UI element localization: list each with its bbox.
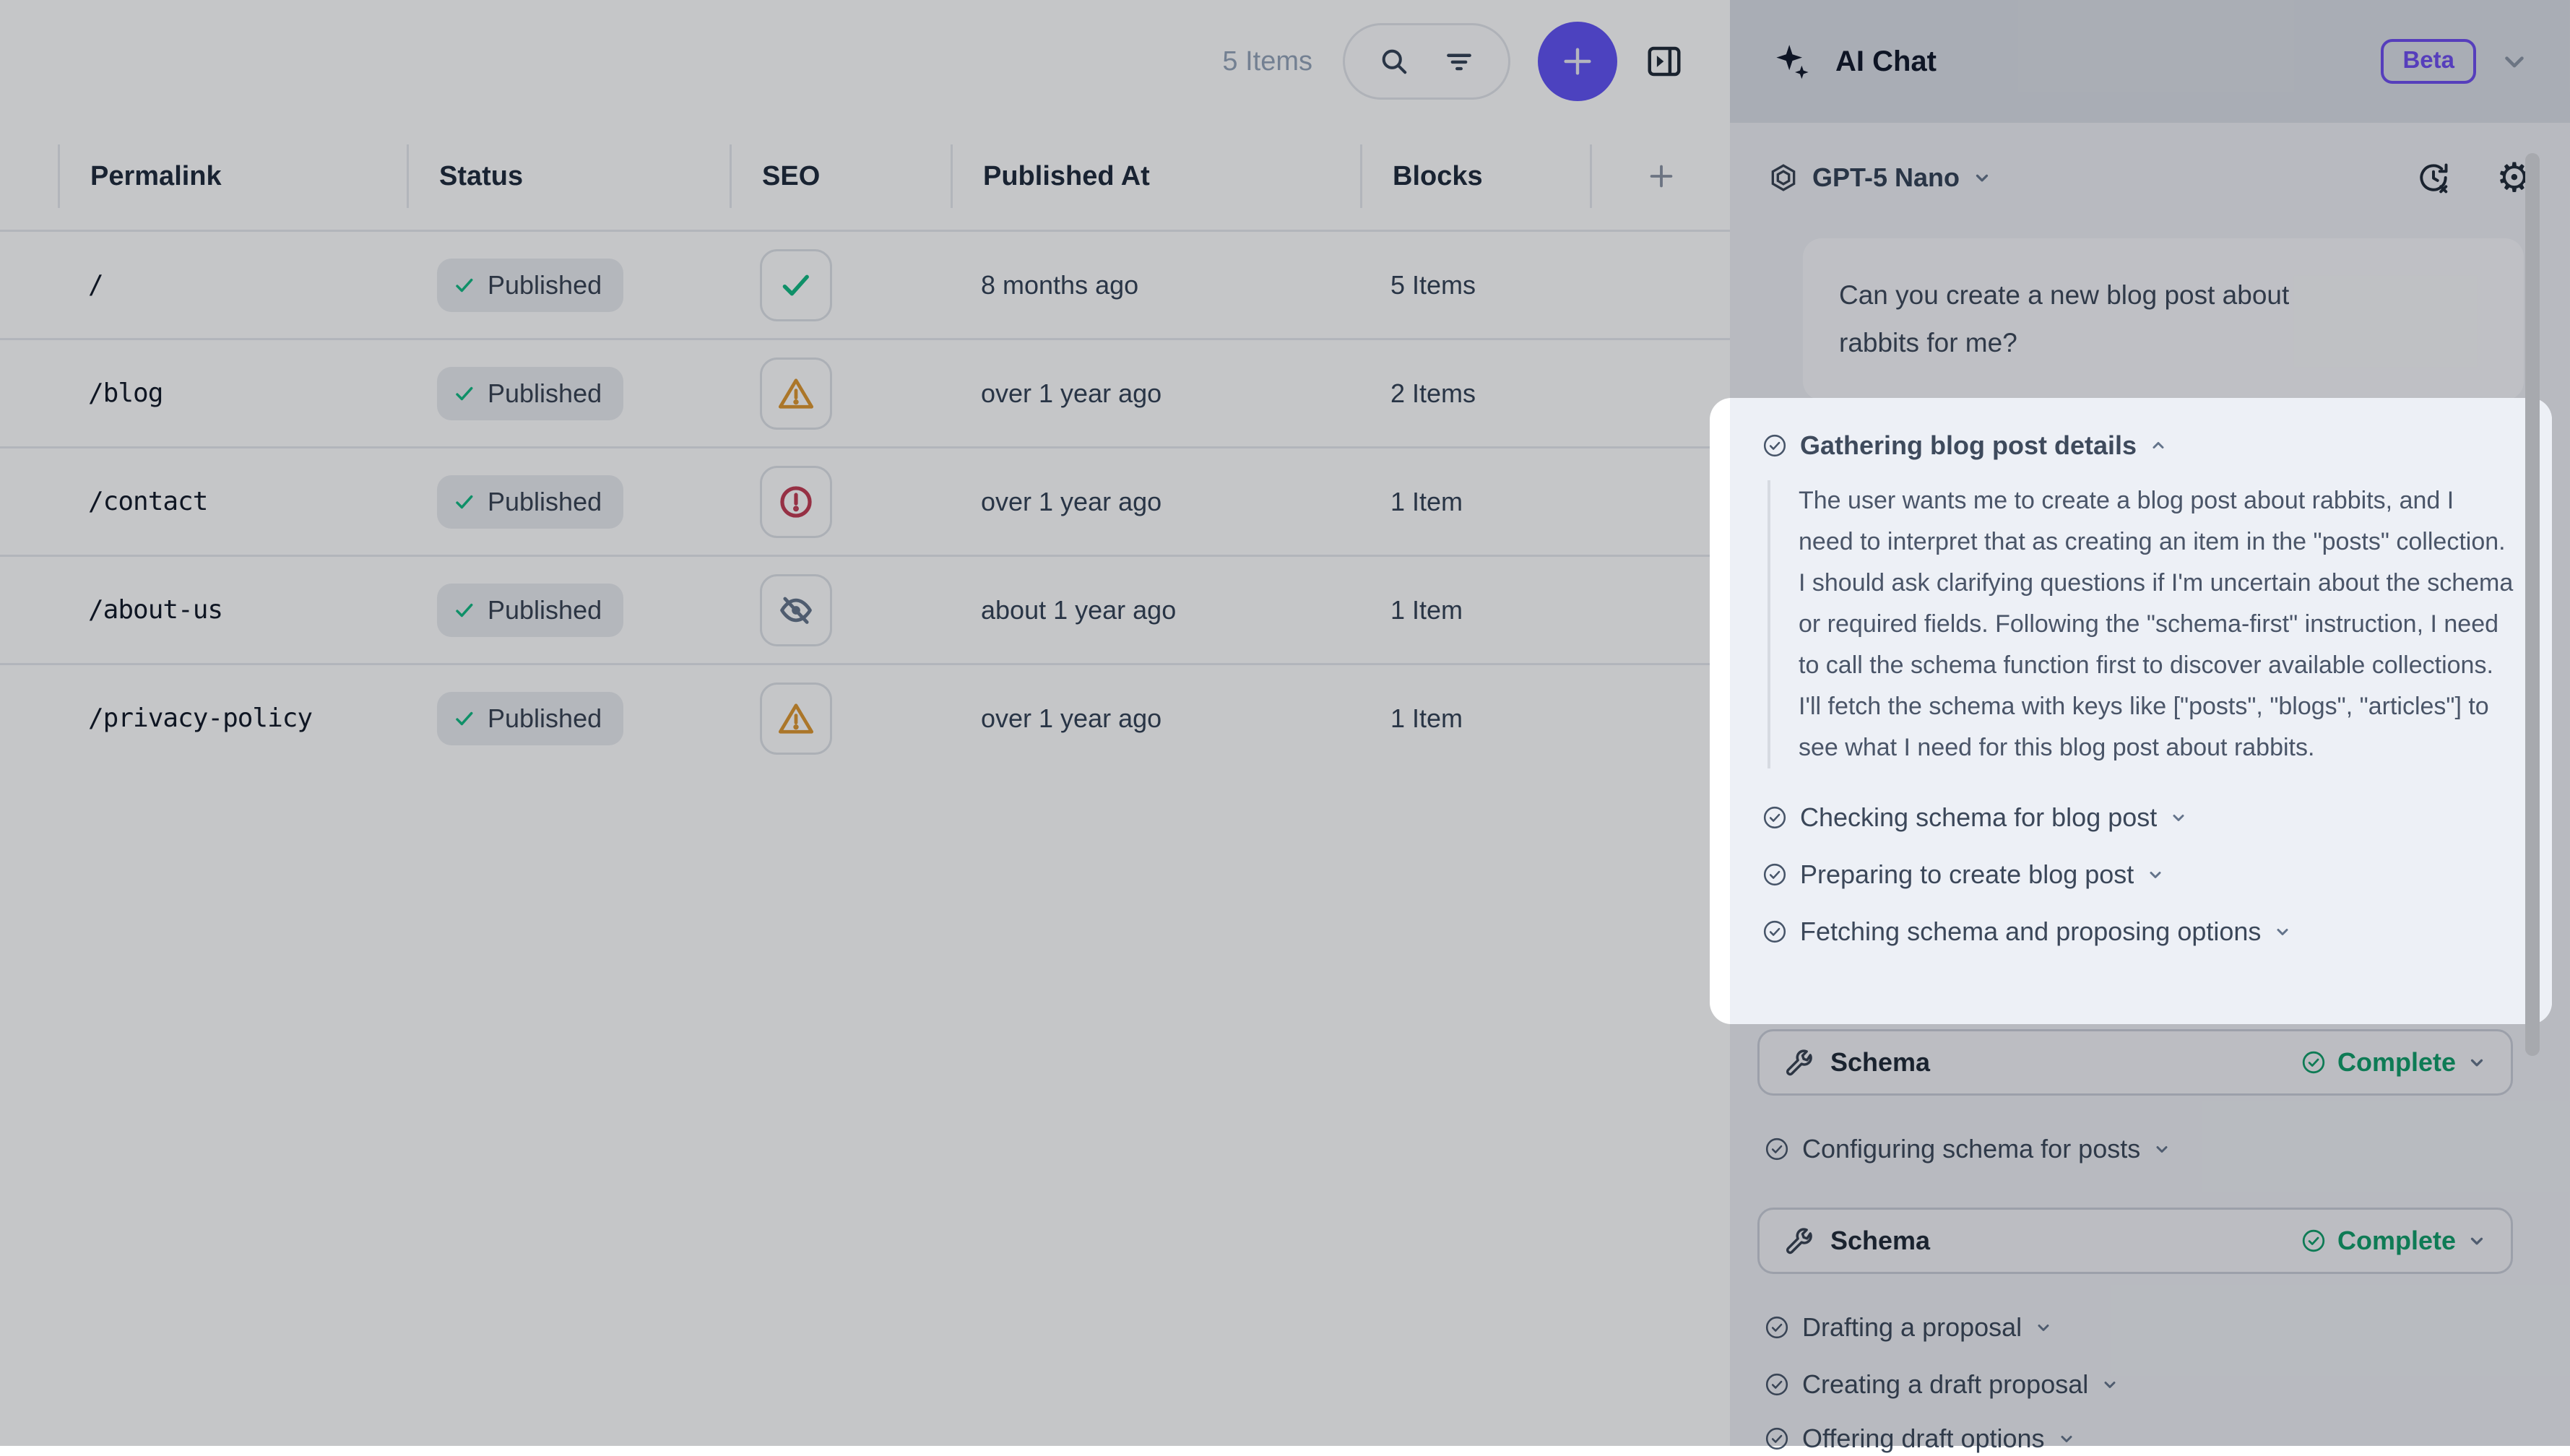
reasoning-body: The user wants me to create a blog post … [1768,480,2516,768]
chevron-down-icon [2147,866,2164,883]
chevron-up-icon [2150,437,2167,454]
reasoning-step[interactable]: Preparing to create blog post [1762,846,2516,903]
reasoning-text: The user wants me to create a blog post … [1799,480,2515,768]
reasoning-spotlight: Gathering blog post details The user wan… [1710,398,2552,1024]
step-check-icon [1762,919,1787,944]
chevron-down-icon [2170,809,2187,826]
reasoning-header[interactable]: Gathering blog post details [1762,428,2516,463]
reasoning-title: Gathering blog post details [1800,430,2137,461]
step-check-icon [1762,805,1787,830]
reasoning-group: Gathering blog post details The user wan… [1730,398,2552,1024]
reasoning-step[interactable]: Checking schema for blog post [1762,789,2516,846]
chevron-down-icon [2274,923,2291,940]
reasoning-check-icon [1762,433,1787,458]
reasoning-step[interactable]: Fetching schema and proposing options [1762,903,2516,960]
chat-scrollbar[interactable] [2525,153,2540,1056]
step-check-icon [1762,862,1787,887]
